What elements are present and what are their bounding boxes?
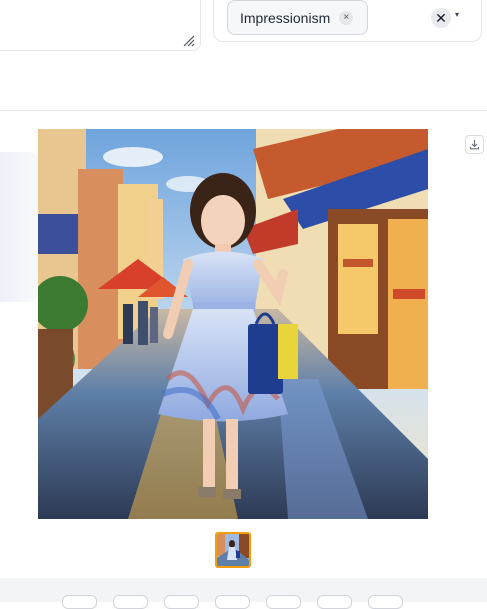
bottom-button-3[interactable] — [164, 595, 199, 609]
section-divider — [0, 110, 487, 111]
generated-image[interactable] — [38, 129, 428, 519]
bottom-toolbar — [0, 578, 487, 609]
generated-image-illustration — [38, 129, 428, 519]
download-button[interactable] — [465, 135, 484, 154]
bottom-button-7[interactable] — [368, 595, 403, 609]
prompt-textarea[interactable] — [0, 0, 201, 51]
style-chip-label: Impressionism — [240, 9, 331, 26]
thumbnail-illustration — [217, 534, 249, 566]
bottom-button-5[interactable] — [266, 595, 301, 609]
download-icon — [469, 140, 480, 150]
gallery-left-shadow — [0, 152, 40, 302]
style-chip: Impressionism × — [227, 0, 369, 35]
remove-chip-icon[interactable]: × — [339, 10, 354, 25]
style-dropdown[interactable]: Impressionism × ✕ ▾ — [213, 0, 482, 42]
bottom-button-4[interactable] — [215, 595, 250, 609]
chevron-down-icon[interactable]: ▾ — [455, 10, 459, 19]
clear-selection-icon[interactable]: ✕ — [431, 8, 451, 28]
bottom-button-2[interactable] — [113, 595, 148, 609]
bottom-button-6[interactable] — [317, 595, 352, 609]
gallery-thumbnail[interactable] — [215, 532, 251, 568]
bottom-button-1[interactable] — [62, 595, 97, 609]
resize-handle-icon[interactable] — [183, 35, 195, 47]
